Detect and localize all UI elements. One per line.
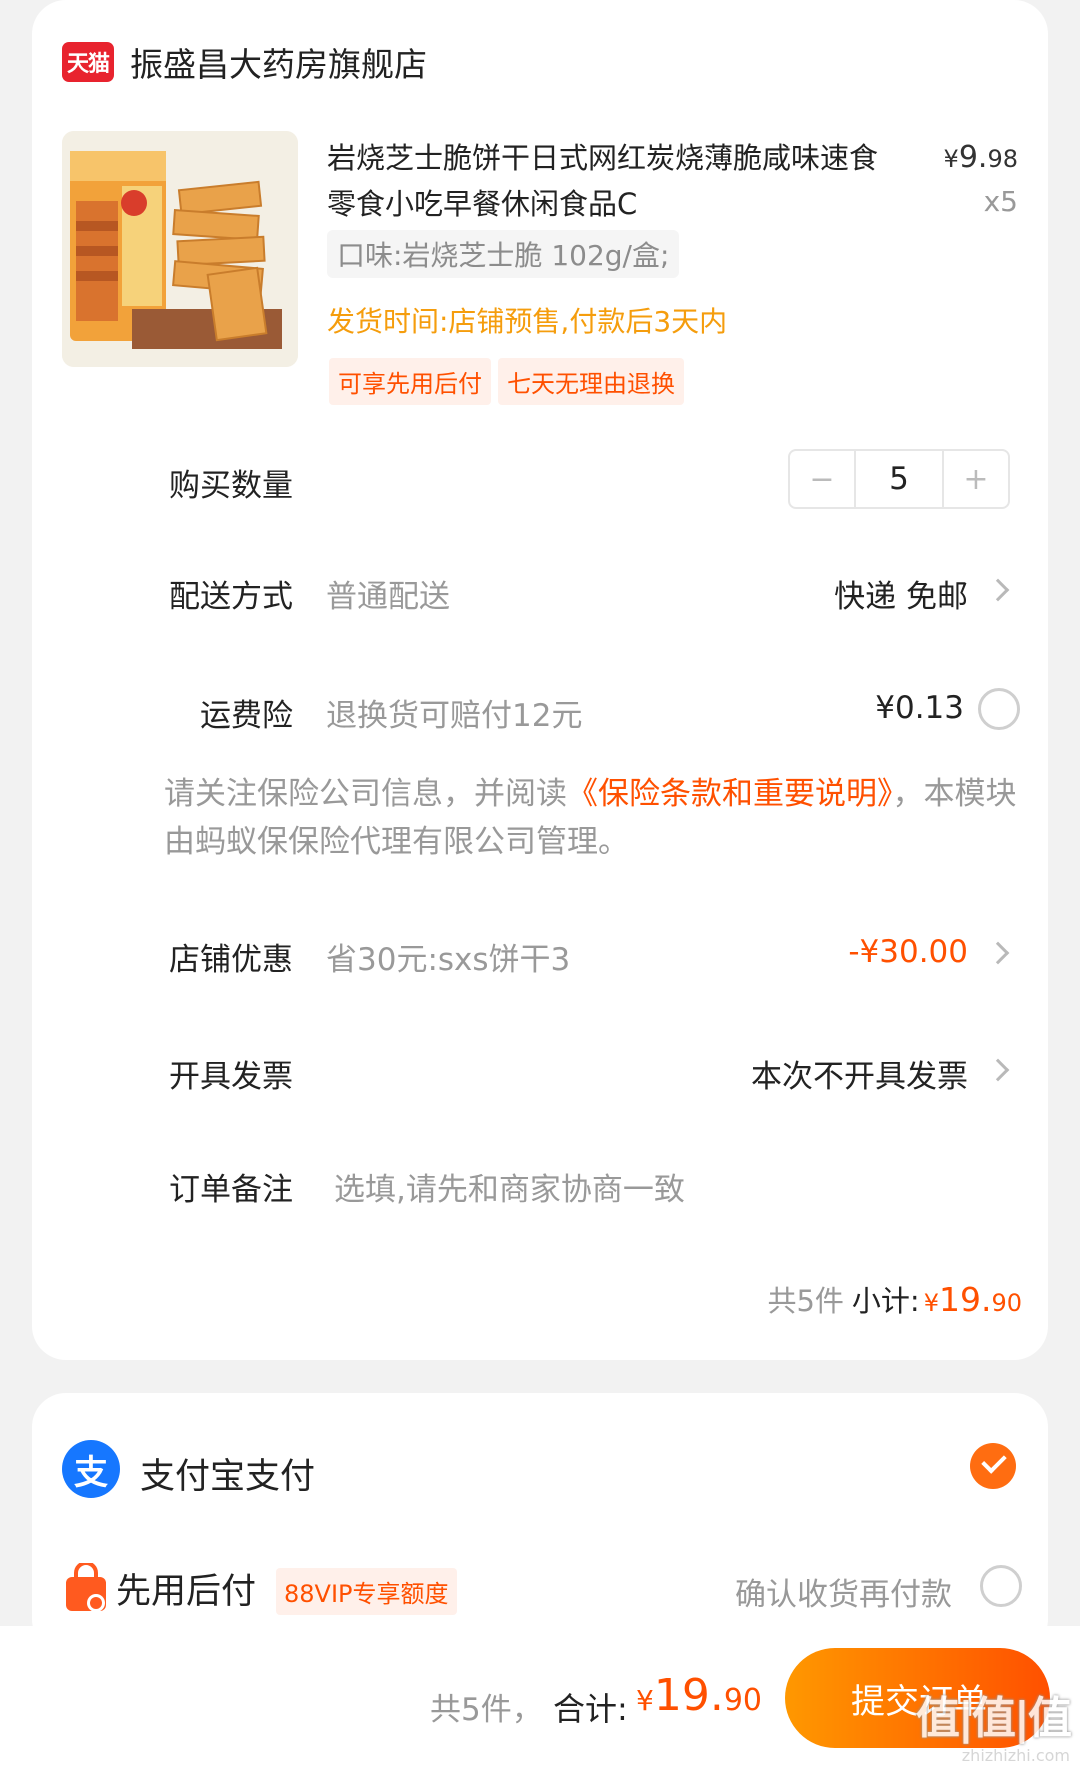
discount-value: -¥30.00	[848, 934, 968, 970]
subtotal-label: 小计:	[851, 1284, 920, 1318]
chevron-right-icon	[986, 1058, 1010, 1082]
quantity-minus-button[interactable]: −	[790, 451, 854, 507]
order-card: 天猫 振盛昌大药房旗舰店 岩烧芝士脆饼干日式网红炭烧薄脆咸味速食零食小吃早餐休闲…	[32, 0, 1048, 1360]
subtotal-dec: 90	[991, 1289, 1022, 1317]
insurance-notice: 请关注保险公司信息，并阅读《保险条款和重要说明》，本模块由蚂蚁保保险代理有限公司…	[164, 770, 1034, 866]
watermark-url: zhizhizhi.com	[961, 1746, 1070, 1765]
watermark-logo: 值|值|值	[915, 1693, 1072, 1744]
tmall-logo-icon: 天猫	[62, 42, 114, 82]
quantity-value[interactable]: 5	[854, 451, 944, 507]
quantity-stepper: − 5 +	[788, 449, 1010, 509]
delivery-value: 快递 免邮	[834, 579, 968, 615]
subtotal-amount: ¥19.90	[924, 1280, 1022, 1319]
remark-label: 订单备注	[169, 1172, 293, 1208]
alipay-label: 支付宝支付	[140, 1457, 316, 1497]
price-int: 9.	[958, 140, 988, 175]
insurance-price: ¥0.13	[875, 690, 964, 726]
price-currency: ¥	[943, 145, 959, 173]
product-price: ¥9.98	[944, 140, 1018, 175]
invoice-label: 开具发票	[169, 1059, 293, 1095]
tag-pay-later: 可享先用后付	[329, 358, 491, 405]
insurance-radio[interactable]	[978, 688, 1020, 730]
total-dec: 90	[723, 1683, 762, 1718]
notice-prefix: 请关注保险公司信息，并阅读	[164, 776, 567, 812]
total-amount: ¥19.90	[636, 1670, 762, 1721]
payment-card: 支 支付宝支付 先用后付 88VIP专享额度 确认收货再付款	[32, 1393, 1048, 1653]
total-count: 共5件，	[430, 1692, 543, 1728]
discount-sub: 省30元:sxs饼干3	[326, 942, 571, 978]
remark-input[interactable]: 选填,请先和商家协商一致	[334, 1164, 685, 1209]
subtotal-int: 19.	[938, 1280, 992, 1319]
shop-name[interactable]: 振盛昌大药房旗舰店	[130, 38, 427, 86]
total-currency: ¥	[636, 1684, 654, 1717]
watermark: 值|值|值 zhizhizhi.com	[915, 1682, 1072, 1765]
subtotal-currency: ¥	[923, 1289, 939, 1317]
pay-later-note: 确认收货再付款	[735, 1577, 952, 1613]
product-qty-mult: x5	[983, 185, 1018, 218]
chevron-right-icon	[986, 578, 1010, 602]
quantity-plus-button[interactable]: +	[944, 451, 1008, 507]
price-dec: 98	[987, 145, 1018, 173]
insurance-label: 运费险	[200, 698, 293, 734]
quantity-label: 购买数量	[169, 468, 293, 504]
alipay-selected-check-icon[interactable]	[970, 1443, 1016, 1489]
cracker-box-image-icon	[62, 131, 298, 367]
subtotal-count: 共5件	[767, 1284, 844, 1318]
shop-header[interactable]: 天猫 振盛昌大药房旗舰店	[62, 38, 427, 86]
delivery-sub: 普通配送	[326, 579, 450, 615]
pay-later-label: 先用后付	[116, 1572, 257, 1612]
checkout-bar: 共5件， 合计: ¥19.90 提交订单 值|值|值 zhizhizhi.com	[0, 1626, 1080, 1769]
total-label: 合计:	[553, 1690, 628, 1728]
chevron-right-icon	[986, 941, 1010, 965]
tag-7day-return: 七天无理由退换	[498, 358, 684, 405]
alipay-icon: 支	[62, 1440, 120, 1498]
product-image[interactable]	[62, 131, 298, 367]
insurance-sub: 退换货可赔付12元	[326, 698, 583, 734]
discount-label: 店铺优惠	[169, 942, 293, 978]
product-title[interactable]: 岩烧芝士脆饼干日式网红炭烧薄脆咸味速食零食小吃早餐休闲食品C	[327, 135, 887, 227]
product-spec[interactable]: 口味:岩烧芝士脆 102g/盒;	[327, 230, 680, 278]
delivery-label: 配送方式	[169, 579, 293, 615]
insurance-terms-link[interactable]: 《保险条款和重要说明》	[567, 776, 893, 812]
subtotal: 共5件 小计: ¥19.90	[767, 1278, 1022, 1320]
vip-quota-tag: 88VIP专享额度	[276, 1568, 457, 1615]
pay-later-radio[interactable]	[980, 1565, 1022, 1607]
invoice-value: 本次不开具发票	[751, 1059, 968, 1095]
total-int: 19.	[653, 1670, 724, 1721]
ship-time: 发货时间:店铺预售,付款后3天内	[327, 305, 728, 338]
shopping-bag-icon	[66, 1563, 106, 1612]
